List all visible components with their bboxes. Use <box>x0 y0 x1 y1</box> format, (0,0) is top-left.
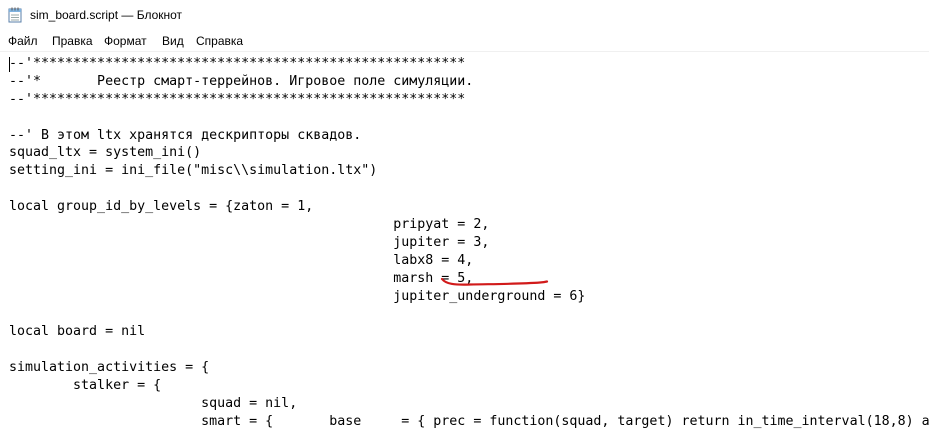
title-bar: sim_board.script — Блокнот <box>0 0 929 30</box>
code-line: local board = nil <box>9 324 146 340</box>
code-line: labx8 = 4, <box>9 252 474 268</box>
code-line: simulation_activities = { <box>9 360 210 376</box>
menu-format[interactable]: Формат <box>104 33 147 49</box>
notepad-icon <box>8 7 22 23</box>
code-line: --'* Реестр смарт-террейнов. Игровое пол… <box>9 73 474 89</box>
menu-help[interactable]: Справка <box>196 33 243 49</box>
code-line: --'*************************************… <box>9 56 466 71</box>
code-line: squad_ltx = system_ini() <box>9 145 202 161</box>
code-line: squad = nil, <box>9 395 298 411</box>
red-underline-annotation <box>440 277 549 286</box>
code-line: setting_ini = ini_file("misc\\simulation… <box>9 163 378 179</box>
window-title: sim_board.script — Блокнот <box>30 8 183 22</box>
code-line: --' В этом ltx хранятся дескрипторы сква… <box>9 127 362 143</box>
menu-bar: Файл Правка Формат Вид Справка <box>0 30 929 51</box>
menu-file[interactable]: Файл <box>8 33 38 49</box>
text-editor[interactable]: --'*************************************… <box>0 51 929 436</box>
code-line: local group_id_by_levels = {zaton = 1, <box>9 199 314 215</box>
code-line: smart = { base = { prec = function(squad… <box>9 413 929 429</box>
code-line: stalker = { <box>9 378 162 394</box>
code-line: jupiter = 3, <box>9 234 490 250</box>
code-line: pripyat = 2, <box>9 217 490 233</box>
code-line: --'*************************************… <box>9 91 466 107</box>
code-line: jupiter_underground = 6} <box>9 288 586 304</box>
editor-content[interactable]: --'*************************************… <box>9 55 929 431</box>
menu-edit[interactable]: Правка <box>52 33 93 49</box>
menu-view[interactable]: Вид <box>162 33 184 49</box>
